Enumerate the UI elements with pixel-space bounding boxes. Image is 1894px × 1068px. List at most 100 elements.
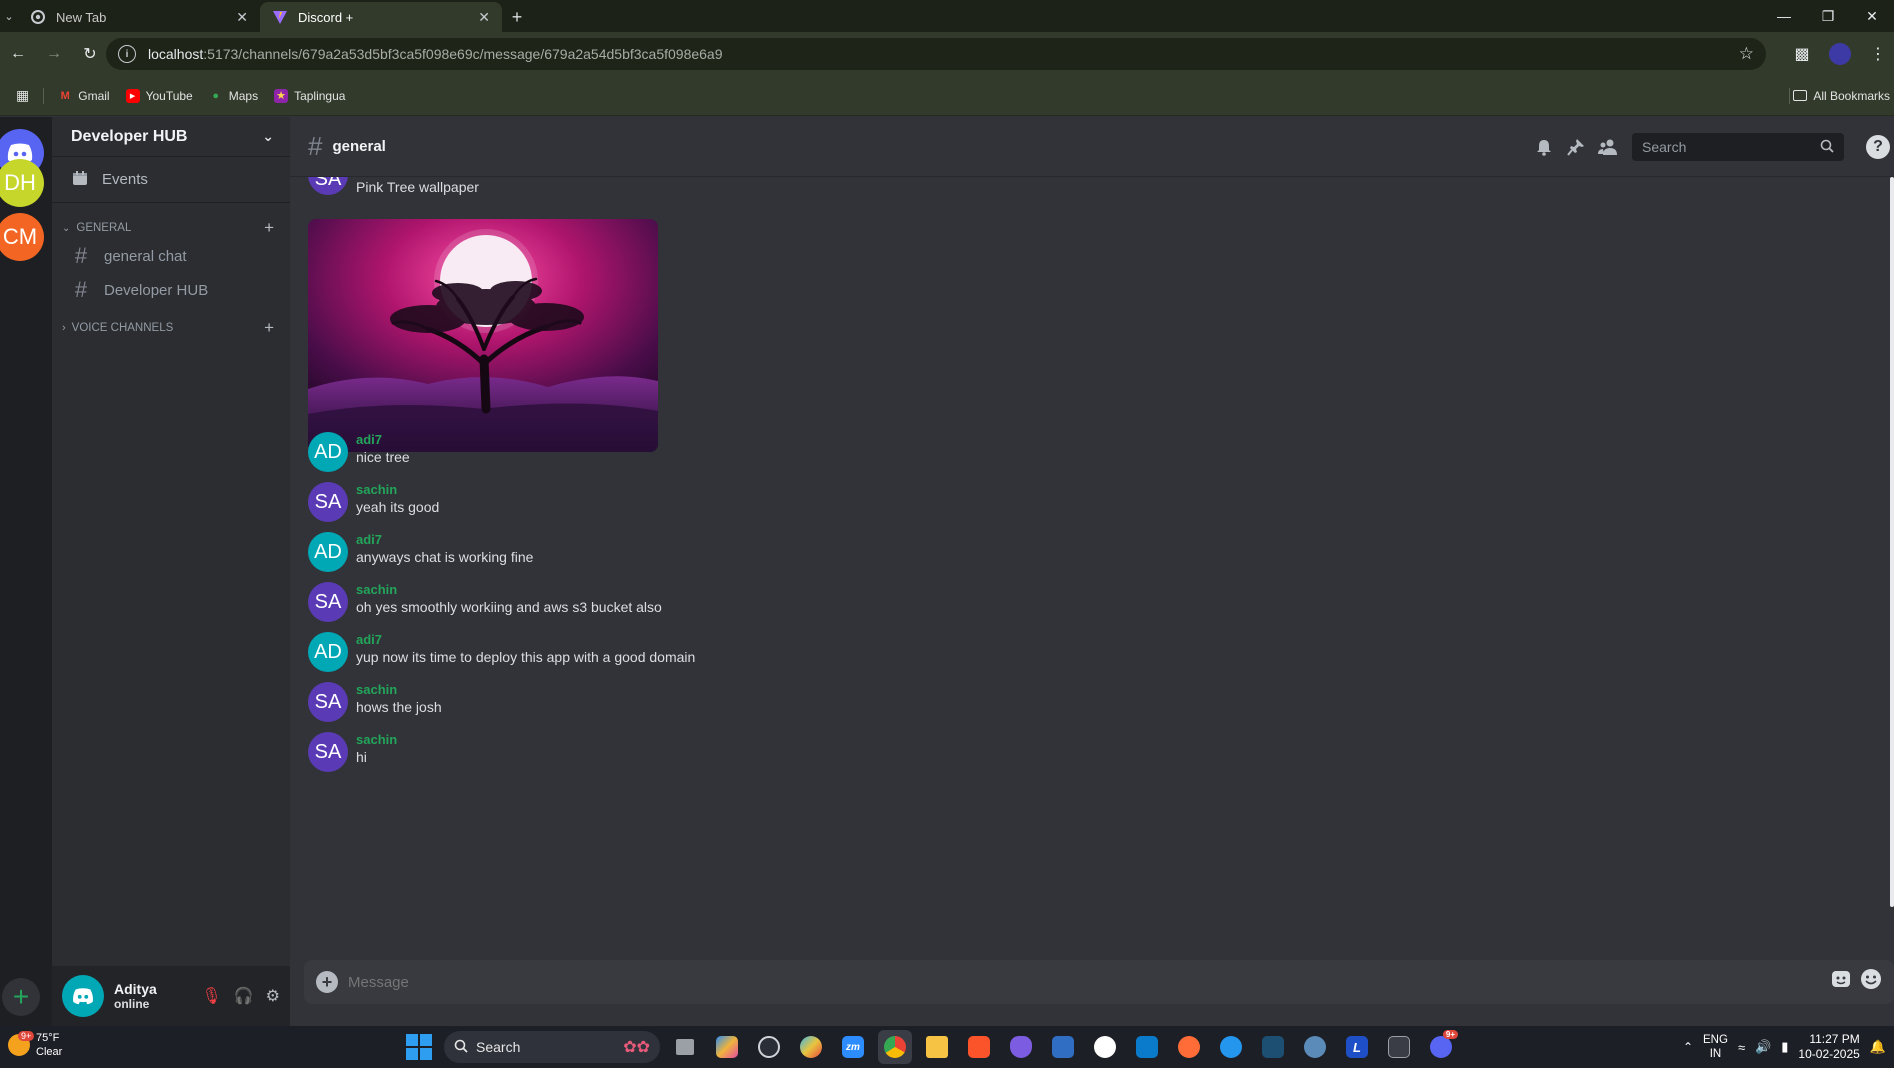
tab-discord[interactable]: Discord + ✕ <box>260 2 502 32</box>
channel-item-general-chat[interactable]: # general chat <box>52 239 290 273</box>
message-author[interactable]: adi7 <box>356 632 695 647</box>
category-general[interactable]: ⌄ GENERAL + <box>52 217 290 239</box>
windows-start-icon[interactable] <box>402 1030 436 1064</box>
weather-widget[interactable]: 9+ 75°F Clear <box>8 1031 62 1059</box>
bookmark-maps[interactable]: ● Maps <box>201 89 266 103</box>
brave-icon[interactable] <box>962 1030 996 1064</box>
vscode-icon[interactable] <box>1130 1030 1164 1064</box>
server-icon[interactable]: DH <box>0 159 44 207</box>
minimize-icon[interactable]: — <box>1762 0 1806 32</box>
avatar[interactable]: AD <box>308 432 348 472</box>
close-tab-icon[interactable]: ✕ <box>236 9 248 26</box>
browser-menu-icon[interactable]: ⋮ <box>1862 38 1894 70</box>
message-author[interactable]: sachin <box>356 582 662 597</box>
add-server-button[interactable]: + <box>2 978 40 1016</box>
header-actions: Search ? <box>1528 131 1894 163</box>
powershell-icon[interactable] <box>1046 1030 1080 1064</box>
notification-bell-icon[interactable]: 🔔 <box>1870 1039 1886 1055</box>
gear-icon[interactable]: ⚙ <box>266 986 280 1006</box>
message-author[interactable]: adi7 <box>356 432 410 447</box>
avatar[interactable]: AD <box>308 632 348 672</box>
sticker-icon[interactable] <box>1830 968 1852 996</box>
tab-new-tab[interactable]: New Tab ✕ <box>18 2 260 32</box>
clock[interactable]: 11:27 PM 10-02-2025 <box>1798 1032 1859 1062</box>
bookmarks-divider <box>43 87 45 104</box>
close-tab-icon[interactable]: ✕ <box>478 9 490 26</box>
message-author[interactable]: sachin <box>356 732 397 747</box>
image-attachment[interactable] <box>308 219 658 452</box>
help-icon[interactable]: ? <box>1866 135 1890 159</box>
add-attachment-button[interactable]: + <box>316 971 338 993</box>
pin-icon[interactable] <box>1560 131 1592 163</box>
file-explorer-icon[interactable] <box>920 1030 954 1064</box>
restore-icon[interactable]: ❐ <box>1806 0 1850 32</box>
server-header[interactable]: Developer HUB ⌄ <box>52 117 290 157</box>
avatar[interactable]: SA <box>308 682 348 722</box>
user-info[interactable]: Aditya online <box>114 981 201 1011</box>
task-view-icon[interactable] <box>668 1030 702 1064</box>
wifi-icon[interactable]: ≈ <box>1738 1040 1745 1055</box>
close-window-icon[interactable]: ✕ <box>1850 0 1894 32</box>
avatar[interactable] <box>62 975 104 1017</box>
obsidian-icon[interactable] <box>1004 1030 1038 1064</box>
chrome-icon[interactable] <box>878 1030 912 1064</box>
mysql-icon[interactable] <box>1256 1030 1290 1064</box>
obs-icon[interactable] <box>752 1030 786 1064</box>
language-indicator[interactable]: ENG IN <box>1703 1033 1728 1061</box>
taskbar-search[interactable]: Search ✿✿ <box>444 1031 660 1063</box>
copilot-icon[interactable] <box>710 1030 744 1064</box>
message-list: SA Pink Tree wallpaper AD adi7 nice tree… <box>290 177 1890 977</box>
message-input[interactable] <box>348 973 1830 991</box>
search-input[interactable]: Search <box>1632 133 1844 161</box>
mute-mic-icon[interactable]: 🎙 <box>201 986 221 1006</box>
avatar[interactable]: SA <box>308 482 348 522</box>
avatar[interactable]: AD <box>308 532 348 572</box>
postgresql-icon[interactable] <box>1298 1030 1332 1064</box>
bookmark-youtube[interactable]: ▶ YouTube <box>118 88 201 103</box>
add-channel-icon[interactable]: + <box>264 318 274 338</box>
bookmark-star-icon[interactable]: ☆ <box>1739 44 1754 64</box>
terminal-icon[interactable] <box>1382 1030 1416 1064</box>
bookmark-taplingua[interactable]: ★ Taplingua <box>266 88 353 103</box>
site-info-icon[interactable]: i <box>118 45 136 63</box>
lightshot-icon[interactable]: L <box>1340 1030 1374 1064</box>
scrollbar[interactable] <box>1890 177 1894 907</box>
chevron-down-icon: ⌄ <box>262 128 274 144</box>
emoji-icon[interactable] <box>1860 968 1882 996</box>
avatar[interactable]: SA <box>308 177 348 195</box>
apps-grid-icon[interactable]: ▦ <box>8 87 37 104</box>
all-bookmarks[interactable]: All Bookmarks <box>1793 89 1894 103</box>
zoom-icon[interactable]: zm <box>836 1030 870 1064</box>
message-author[interactable]: sachin <box>356 482 439 497</box>
message-item: AD adi7 yup now its time to deploy this ap… <box>308 632 695 672</box>
events-item[interactable]: Events <box>52 157 290 203</box>
chevron-up-icon[interactable]: ⌃ <box>1683 1040 1693 1054</box>
battery-icon[interactable]: ▮ <box>1781 1039 1788 1055</box>
avatar[interactable]: SA <box>308 582 348 622</box>
message-author[interactable]: sachin <box>356 682 442 697</box>
bookmark-gmail[interactable]: M Gmail <box>50 89 117 103</box>
extensions-icon[interactable]: ▩ <box>1786 38 1818 70</box>
address-bar[interactable]: i localhost:5173/channels/679a2a53d5bf3c… <box>106 38 1766 70</box>
forward-icon[interactable]: → <box>36 36 72 72</box>
new-tab-button[interactable]: + <box>502 2 532 32</box>
headphones-icon[interactable]: 🎧 <box>234 986 254 1006</box>
members-icon[interactable] <box>1592 131 1624 163</box>
profile-avatar[interactable] <box>1824 38 1856 70</box>
message-author[interactable]: adi7 <box>356 532 533 547</box>
mongodb-icon[interactable] <box>1088 1030 1122 1064</box>
docker-icon[interactable] <box>1214 1030 1248 1064</box>
tab-search-chevron-icon[interactable]: ⌄ <box>0 0 18 32</box>
davinci-icon[interactable] <box>794 1030 828 1064</box>
volume-icon[interactable]: 🔊 <box>1755 1039 1771 1055</box>
postman-icon[interactable] <box>1172 1030 1206 1064</box>
add-channel-icon[interactable]: + <box>264 218 274 238</box>
bell-icon[interactable] <box>1528 131 1560 163</box>
server-icon[interactable]: CM <box>0 213 44 261</box>
channel-item-developer-hub[interactable]: # Developer HUB <box>52 273 290 307</box>
discord-taskbar-icon[interactable]: 9+ <box>1424 1030 1458 1064</box>
back-icon[interactable]: ← <box>0 36 36 72</box>
category-voice-channels[interactable]: › VOICE CHANNELS + <box>52 317 290 339</box>
avatar[interactable]: SA <box>308 732 348 772</box>
reload-icon[interactable]: ↻ <box>72 36 108 72</box>
